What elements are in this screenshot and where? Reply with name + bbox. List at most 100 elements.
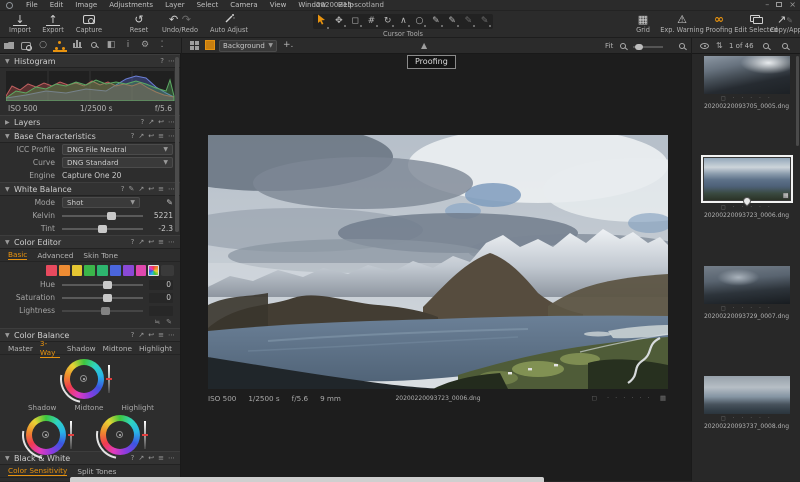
add-layer-button[interactable]: +.: [283, 40, 293, 50]
color-picker-button[interactable]: [161, 265, 174, 276]
minimize-button[interactable]: –: [765, 0, 769, 9]
more-icon[interactable]: ⋯: [168, 118, 175, 126]
base-characteristics-header[interactable]: ▼ Base Characteristics ? ↗ ↩ ≡ ⋯: [0, 129, 180, 143]
grid-button[interactable]: ▦ Grid: [630, 13, 656, 34]
rotate-tool[interactable]: ↻: [384, 15, 392, 28]
filter-eye-icon[interactable]: [700, 42, 709, 50]
proofing-button[interactable]: ∞ Proofing: [702, 13, 736, 34]
menu-select[interactable]: Select: [191, 1, 225, 9]
menu-file[interactable]: File: [20, 1, 44, 9]
menu-edit[interactable]: Edit: [44, 1, 70, 9]
copy-adjustments-icon[interactable]: ↗: [148, 118, 154, 126]
tab-library[interactable]: [2, 40, 16, 52]
capture-button[interactable]: Capture: [72, 13, 106, 34]
zoom-slider-handle[interactable]: [635, 44, 643, 50]
thumb-rating-dots[interactable]: ◻ · · · · ·: [692, 415, 800, 422]
lightness-slider[interactable]: [62, 310, 143, 312]
more-icon[interactable]: ⋯: [168, 185, 175, 193]
tab-shadow[interactable]: Shadow: [67, 344, 96, 353]
sort-icon[interactable]: ⇅: [716, 41, 723, 50]
collapse-caret-icon[interactable]: ▼: [5, 58, 14, 65]
thumbnail-image[interactable]: [704, 266, 790, 304]
tab-output[interactable]: ⁚: [155, 40, 169, 52]
swatch-all-colors[interactable]: [148, 265, 159, 276]
tab-lens[interactable]: ○: [36, 40, 50, 52]
icc-profile-select[interactable]: DNG File Neutral▼: [62, 144, 173, 155]
tint-slider-handle[interactable]: [98, 225, 107, 233]
wb-mode-select[interactable]: Shot▼: [62, 197, 140, 208]
reset-icon[interactable]: ↩: [148, 454, 154, 462]
swatch-green[interactable]: [84, 265, 95, 276]
import-button[interactable]: ↓ Import: [6, 13, 34, 34]
color-editor-header[interactable]: ▼ Color Editor ? ↗ ↩ ≡ ⋯: [0, 235, 180, 249]
histogram-header[interactable]: ▼ Histogram ? ⋯: [0, 54, 180, 68]
menu-layer[interactable]: Layer: [159, 1, 191, 9]
kelvin-slider-handle[interactable]: [107, 212, 116, 220]
hue-slider-handle[interactable]: [103, 281, 112, 289]
reset-icon[interactable]: ↩: [158, 118, 164, 126]
tab-skin-tone[interactable]: Skin Tone: [83, 251, 118, 260]
swap-icon[interactable]: ≒: [154, 318, 160, 326]
more-icon[interactable]: ⋯: [168, 238, 175, 246]
kelvin-slider[interactable]: [62, 215, 143, 217]
saturation-slider[interactable]: [62, 297, 143, 299]
reset-icon[interactable]: ↩: [148, 185, 154, 193]
layer-dropdown[interactable]: Background▼: [219, 40, 277, 52]
keystone-tool[interactable]: ∧: [400, 15, 407, 28]
copy-adjustments-icon[interactable]: ↗: [138, 331, 144, 339]
clone-mask-tool[interactable]: ✎: [481, 15, 489, 28]
saturation-slider-handle[interactable]: [103, 294, 112, 302]
menu-image[interactable]: Image: [69, 1, 103, 9]
copy-adjustments-icon[interactable]: ↗: [138, 132, 144, 140]
thumbnail-cell[interactable]: ◻ · · · · · 20200220093737_0008.dng: [692, 376, 800, 430]
presets-icon[interactable]: ≡: [158, 185, 164, 193]
reset-icon[interactable]: ↩: [148, 238, 154, 246]
bottom-scrollbar[interactable]: [70, 477, 544, 482]
loupe-tool[interactable]: ◻: [351, 15, 358, 28]
zoom-slider[interactable]: [633, 46, 663, 48]
midtone-color-wheel[interactable]: [64, 359, 104, 399]
export-button[interactable]: ↑ Export: [38, 13, 68, 34]
hue-value[interactable]: 0: [149, 280, 173, 290]
swatch-purple[interactable]: [123, 265, 134, 276]
hue-slider[interactable]: [62, 284, 143, 286]
tab-color[interactable]: [53, 40, 67, 52]
tab-exposure[interactable]: [70, 40, 84, 52]
tab-details[interactable]: [87, 40, 101, 52]
tab-adjustments[interactable]: ◧: [104, 40, 118, 52]
thumb-rating-dots[interactable]: ◻ · · · · ·: [692, 305, 800, 312]
white-balance-header[interactable]: ▼ White Balance ? ✎ ↗ ↩ ≡ ⋯: [0, 182, 180, 196]
fit-label[interactable]: Fit: [605, 42, 613, 50]
tint-slider[interactable]: [62, 228, 143, 230]
swatch-red[interactable]: [46, 265, 57, 276]
photo-main[interactable]: [208, 135, 668, 389]
kelvin-value[interactable]: 5221: [149, 211, 173, 220]
app-logo-icon[interactable]: [6, 2, 13, 9]
multi-view-button[interactable]: [190, 41, 199, 50]
menu-camera[interactable]: Camera: [224, 1, 263, 9]
shadow-color-wheel[interactable]: [26, 415, 66, 455]
more-icon[interactable]: ⋯: [168, 331, 175, 339]
presets-icon[interactable]: ≡: [158, 132, 164, 140]
tab-advanced[interactable]: Advanced: [37, 251, 73, 260]
copy-apply-button[interactable]: ↗✎ Copy/Apply: [770, 13, 800, 34]
filmstrip-scrollbar[interactable]: [796, 56, 799, 146]
thumbnail-cell[interactable]: ◻ · · · · · 20200220093705_0005.dng: [692, 56, 800, 110]
presets-icon[interactable]: ≡: [158, 238, 164, 246]
collapse-caret-icon[interactable]: ▼: [5, 133, 14, 140]
swatch-magenta[interactable]: [136, 265, 147, 276]
thumbnail-cell-selected[interactable]: ▦ ◻ · · · · · 20200220093723_0006.dng: [692, 155, 800, 219]
collapse-caret-icon[interactable]: ▶: [5, 119, 14, 126]
tab-capture[interactable]: [19, 40, 33, 52]
single-view-button[interactable]: [205, 40, 215, 50]
help-icon[interactable]: ?: [131, 238, 135, 246]
tab-metadata[interactable]: ⅰ: [121, 40, 135, 52]
crop-tool[interactable]: #: [368, 15, 376, 28]
menu-view[interactable]: View: [264, 1, 293, 9]
tab-highlight[interactable]: Highlight: [139, 344, 172, 353]
tab-split-tones[interactable]: Split Tones: [77, 467, 116, 476]
more-icon[interactable]: ⋯: [168, 57, 175, 65]
swatch-blue[interactable]: [110, 265, 121, 276]
close-button[interactable]: ×: [789, 0, 796, 9]
swatch-aqua[interactable]: [97, 265, 108, 276]
